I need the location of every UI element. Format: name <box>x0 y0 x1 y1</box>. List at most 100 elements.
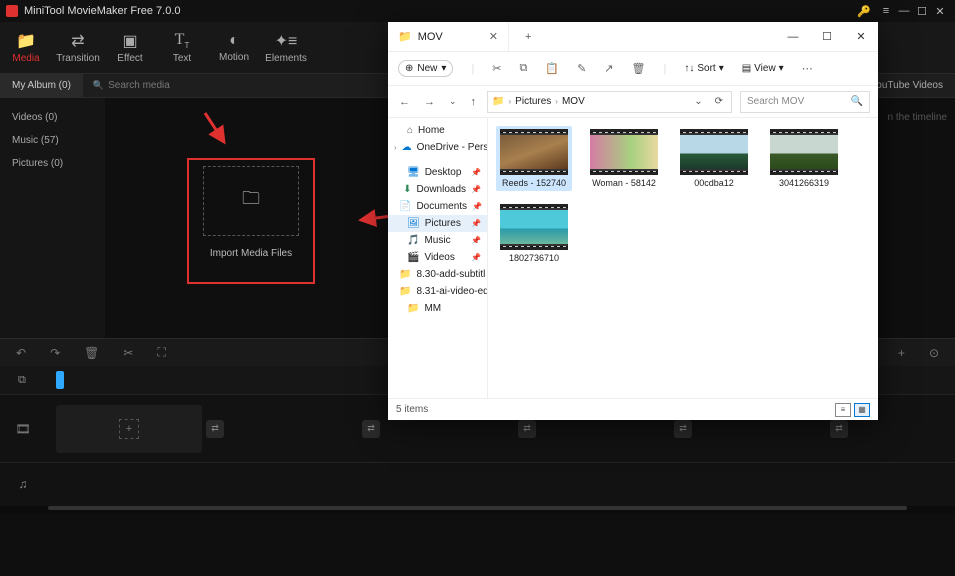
sidebar-item-music[interactable]: Music (57) <box>0 129 105 152</box>
file-name: Woman - 58142 <box>592 178 656 188</box>
redo-button[interactable]: ↷ <box>50 346 60 360</box>
nav-onedrive[interactable]: ›☁OneDrive - Perso <box>388 139 487 156</box>
details-view-button[interactable]: ≡ <box>835 403 851 417</box>
close-button[interactable]: ✕ <box>931 5 949 18</box>
tab-effect[interactable]: ▣ Effect <box>104 22 156 73</box>
explorer-maximize-button[interactable]: ☐ <box>810 30 844 43</box>
nav-folder-3[interactable]: 📁MM <box>388 300 487 317</box>
delete-icon[interactable]: 🗑 <box>632 62 646 75</box>
nav-home-label: Home <box>418 125 445 136</box>
nav-documents[interactable]: 📄Documents📌 <box>388 198 487 215</box>
timeline-scrollbar[interactable] <box>0 506 955 514</box>
menu-icon[interactable]: ≡ <box>877 5 895 17</box>
file-name: 00cdba12 <box>694 178 734 188</box>
folder-icon: 📁 <box>16 31 36 51</box>
import-dropzone[interactable]: 🗀 <box>203 166 299 236</box>
explorer-nav-pane: ⌂Home ›☁OneDrive - Perso 🖥Desktop📌 ⬇Down… <box>388 118 488 398</box>
cut-icon[interactable]: ✂ <box>492 62 501 75</box>
file-item[interactable]: Woman - 58142 <box>586 126 662 191</box>
folder-icon: 🗀 <box>242 186 260 216</box>
back-button[interactable]: ← <box>396 96 413 108</box>
folder-icon: 📁 <box>492 96 504 107</box>
nav-downloads[interactable]: ⬇Downloads📌 <box>388 181 487 198</box>
new-tab-button[interactable]: + <box>509 31 547 43</box>
effect-icon: ▣ <box>122 31 137 51</box>
view-dropdown[interactable]: ▤ View ▾ <box>742 63 784 74</box>
breadcrumb[interactable]: 📁 › Pictures › MOV ⌄ ⟳ <box>487 91 732 113</box>
delete-button[interactable]: 🗑 <box>84 346 99 360</box>
explorer-address-bar: ← → ⌄ ↑ 📁 › Pictures › MOV ⌄ ⟳ Search MO… <box>388 86 878 118</box>
tab-close-icon[interactable]: ✕ <box>489 30 498 43</box>
explorer-search-input[interactable]: Search MOV 🔍 <box>740 91 870 113</box>
view-label: View <box>754 63 776 74</box>
video-slot[interactable]: + ⇄ <box>56 405 202 453</box>
breadcrumb-mov[interactable]: MOV <box>562 96 585 107</box>
tab-media[interactable]: 📁 Media <box>0 22 52 73</box>
file-item[interactable]: 1802736710 <box>496 201 572 266</box>
crop-button[interactable]: ⛶ <box>157 345 165 360</box>
thumbnails-view-button[interactable]: ▦ <box>854 403 870 417</box>
album-tab[interactable]: My Album (0) <box>0 74 83 97</box>
nav-onedrive-label: OneDrive - Perso <box>417 142 488 153</box>
zoom-in-button[interactable]: + <box>898 346 905 360</box>
sort-label: Sort <box>697 63 715 74</box>
file-item[interactable]: Reeds - 152740 <box>496 126 572 191</box>
tab-elements[interactable]: ✦≡ Elements <box>260 22 312 73</box>
key-icon[interactable]: 🔑 <box>855 5 873 18</box>
sidebar-item-pictures[interactable]: Pictures (0) <box>0 152 105 175</box>
explorer-minimize-button[interactable]: — <box>776 31 810 43</box>
zoom-fit-button[interactable]: ⊙ <box>929 346 939 360</box>
nav-folder-1[interactable]: 📁8.30-add-subtitl <box>388 266 487 283</box>
playhead[interactable] <box>56 371 64 389</box>
refresh-icon[interactable]: ⟳ <box>711 96 727 107</box>
import-media-box[interactable]: 🗀 Import Media Files <box>187 158 315 284</box>
video-slot[interactable]: ⇄ <box>212 405 358 453</box>
tab-text-label: Text <box>173 53 191 64</box>
file-thumbnail <box>500 129 568 175</box>
file-item[interactable]: 00cdba12 <box>676 126 752 191</box>
tab-text[interactable]: TT Text <box>156 22 208 73</box>
path-dropdown-icon[interactable]: ⌄ <box>690 96 706 107</box>
media-sidebar: Videos (0) Music (57) Pictures (0) <box>0 98 105 338</box>
maximize-button[interactable]: ☐ <box>913 5 931 18</box>
tab-motion[interactable]: ◐ Motion <box>208 22 260 73</box>
nav-videos[interactable]: 🎬Videos📌 <box>388 249 487 266</box>
undo-button[interactable]: ↶ <box>16 346 26 360</box>
copy-icon[interactable]: ⧉ <box>520 62 528 75</box>
file-name: 1802736710 <box>509 253 559 263</box>
explorer-titlebar: 📁 MOV ✕ + — ☐ ✕ <box>388 22 878 52</box>
new-button[interactable]: ⊕ New ▾ <box>398 60 453 77</box>
file-explorer-window: 📁 MOV ✕ + — ☐ ✕ ⊕ New ▾ | ✂ ⧉ 📋 ✎ ↗ 🗑 | … <box>388 22 878 420</box>
tab-elements-label: Elements <box>265 53 307 64</box>
nav-folder-2-label: 8.31-ai-video-ed <box>416 286 488 297</box>
more-icon[interactable]: ⋯ <box>802 62 813 75</box>
nav-folder-1-label: 8.30-add-subtitl <box>416 269 485 280</box>
minimize-button[interactable]: — <box>895 5 913 17</box>
nav-desktop[interactable]: 🖥Desktop📌 <box>388 164 487 181</box>
add-clip-icon[interactable]: + <box>119 419 139 439</box>
cut-button[interactable]: ✂ <box>123 346 133 360</box>
file-item[interactable]: 3041266319 <box>766 126 842 191</box>
tab-transition[interactable]: ⇄ Transition <box>52 22 104 73</box>
up-button[interactable]: ↑ <box>468 96 480 108</box>
sort-dropdown[interactable]: ↑↓ Sort ▾ <box>684 63 723 74</box>
nav-home[interactable]: ⌂Home <box>388 122 487 139</box>
share-icon[interactable]: ↗ <box>604 62 613 75</box>
nav-pictures[interactable]: 🖼Pictures📌 <box>388 215 487 232</box>
item-count: 5 items <box>396 404 428 415</box>
forward-button[interactable]: → <box>421 96 438 108</box>
transition-slot-icon[interactable]: ⇄ <box>830 420 848 438</box>
sidebar-item-videos[interactable]: Videos (0) <box>0 106 105 129</box>
tab-effect-label: Effect <box>117 53 142 64</box>
history-dropdown[interactable]: ⌄ <box>446 96 460 107</box>
nav-folder-2[interactable]: 📁8.31-ai-video-ed <box>388 283 487 300</box>
audio-track-icon: ♫ <box>0 477 46 491</box>
nav-music[interactable]: 🎵Music📌 <box>388 232 487 249</box>
explorer-close-button[interactable]: ✕ <box>844 30 878 43</box>
paste-icon[interactable]: 📋 <box>545 62 559 75</box>
title-bar: MiniTool MovieMaker Free 7.0.0 🔑 ≡ — ☐ ✕ <box>0 0 955 22</box>
breadcrumb-pictures[interactable]: Pictures <box>515 96 551 107</box>
file-name: Reeds - 152740 <box>502 178 566 188</box>
rename-icon[interactable]: ✎ <box>577 62 586 75</box>
explorer-tab[interactable]: 📁 MOV ✕ <box>388 22 509 51</box>
